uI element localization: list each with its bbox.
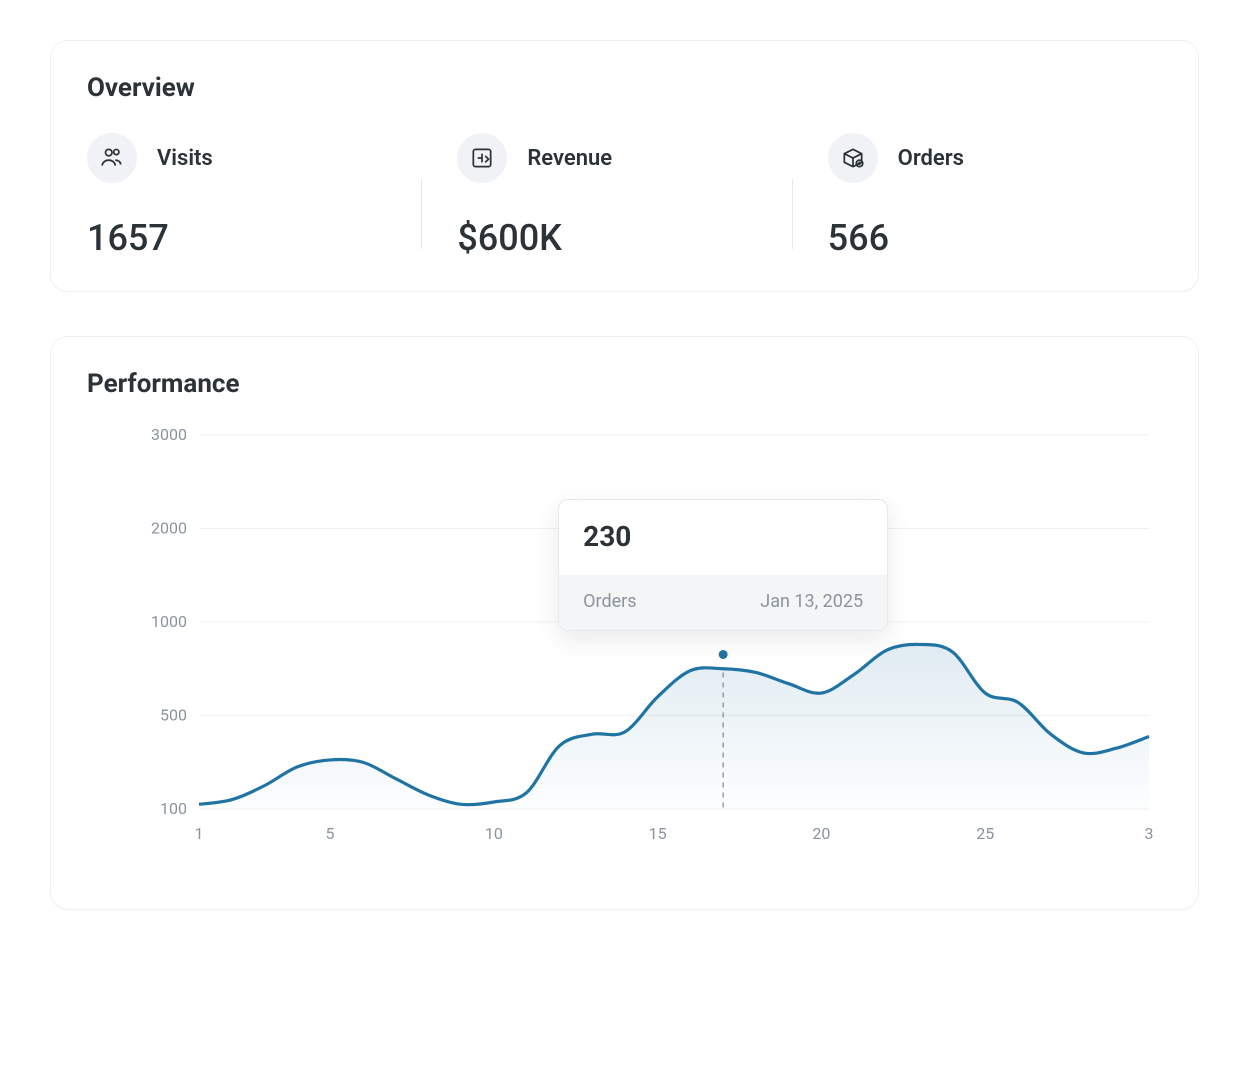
tooltip-series-label: Orders (583, 591, 636, 612)
svg-text:500: 500 (160, 706, 187, 725)
svg-text:3000: 3000 (151, 429, 187, 444)
metric-revenue-label: Revenue (527, 146, 612, 171)
svg-text:100: 100 (160, 799, 187, 818)
svg-text:1: 1 (195, 824, 204, 843)
svg-text:15: 15 (649, 824, 667, 843)
tooltip-date: Jan 13, 2025 (760, 591, 863, 612)
metrics-row: Visits 1657 Revenue $600K Orders 566 (87, 133, 1162, 259)
revenue-icon (457, 133, 507, 183)
metric-orders-value: 566 (828, 217, 1142, 259)
performance-title: Performance (87, 369, 1162, 399)
svg-text:20: 20 (812, 824, 830, 843)
svg-text:10: 10 (485, 824, 503, 843)
metric-orders-label: Orders (898, 146, 964, 171)
overview-title: Overview (87, 73, 1162, 103)
svg-text:2000: 2000 (151, 519, 187, 538)
chart-tooltip: 230 Orders Jan 13, 2025 (558, 499, 888, 631)
tooltip-value: 230 (559, 500, 887, 575)
metric-visits: Visits 1657 (87, 133, 421, 259)
svg-text:5: 5 (326, 824, 335, 843)
chart-svg: 10050010002000300015101520253 (149, 429, 1159, 849)
performance-chart[interactable]: 10050010002000300015101520253 230 Orders… (87, 429, 1162, 889)
metric-visits-label: Visits (157, 146, 213, 171)
performance-card: Performance 1005001000200030001510152025… (50, 336, 1199, 910)
metric-visits-value: 1657 (87, 217, 401, 259)
svg-text:25: 25 (976, 824, 994, 843)
metric-revenue: Revenue $600K (421, 133, 791, 259)
orders-icon (828, 133, 878, 183)
svg-text:1000: 1000 (151, 612, 187, 631)
overview-card: Overview Visits 1657 Revenue $600K (50, 40, 1199, 292)
metric-orders: Orders 566 (792, 133, 1162, 259)
visits-icon (87, 133, 137, 183)
svg-text:3: 3 (1145, 824, 1154, 843)
metric-revenue-value: $600K (457, 217, 771, 259)
